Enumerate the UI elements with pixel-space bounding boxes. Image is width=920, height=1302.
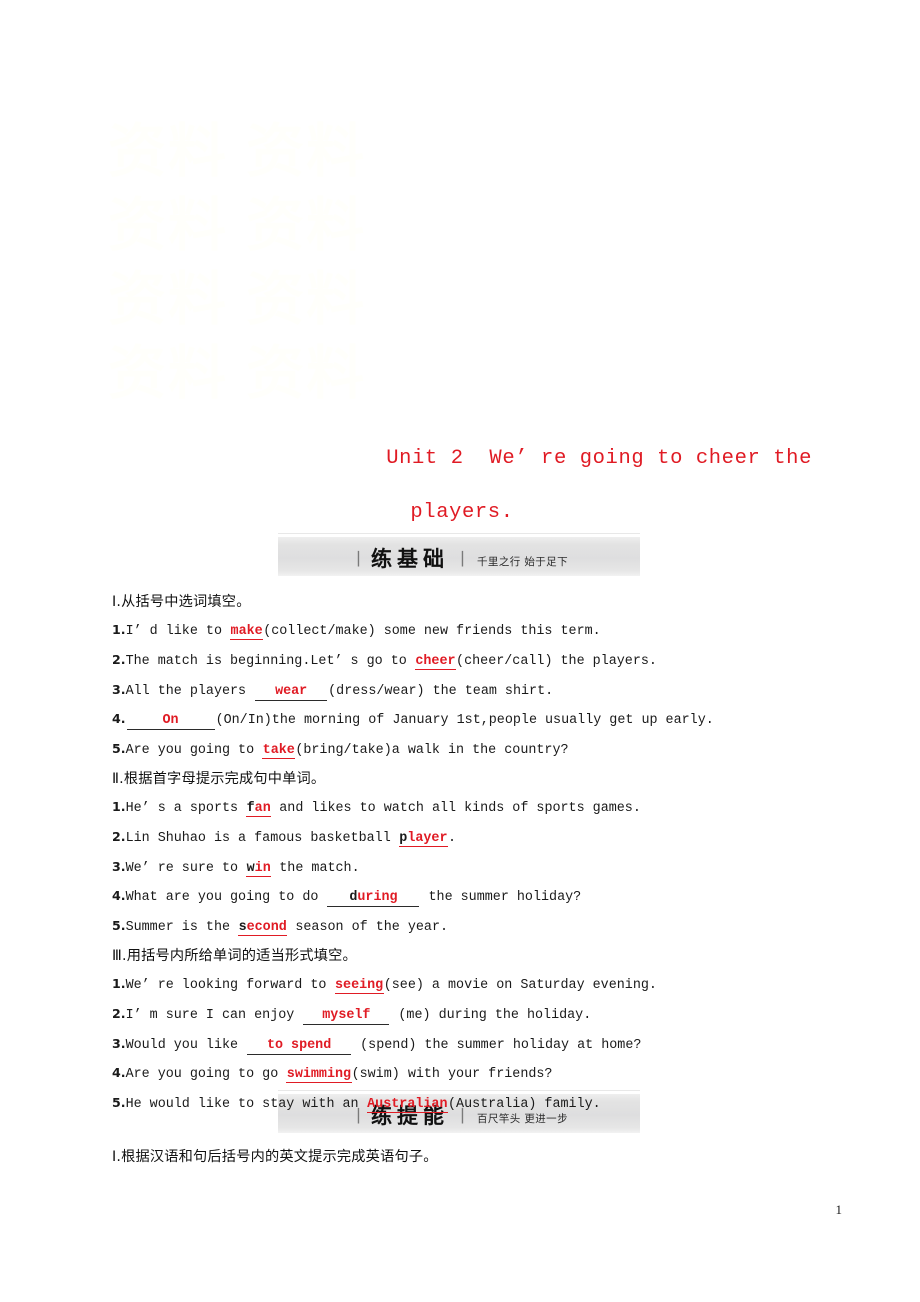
exercise-text: Are you going to go xyxy=(125,1067,287,1083)
exercise-item-number: 5. xyxy=(112,918,126,934)
exercise-item: 2.Lin Shuhao is a famous basketball play… xyxy=(112,823,812,853)
page-title-line-2: players. xyxy=(410,501,514,524)
exercise-text: (Australia) family. xyxy=(448,1097,601,1113)
answer-inline: Australian xyxy=(366,1097,448,1114)
exercise-text: and likes to watch all kinds of sports g… xyxy=(271,800,641,816)
exercise-item-number: 2. xyxy=(112,1005,126,1021)
exercise-text: The match is beginning.Let’ s go to xyxy=(125,653,415,669)
exercise-item: 3.All the players wear (dress/wear) the t… xyxy=(112,676,812,706)
exercise-text: (On/In)the morning of January 1st,people… xyxy=(215,713,714,729)
exercise-item: 5.Are you going to take(bring/take)a wal… xyxy=(112,735,812,765)
exercise-text: We’ re looking forward to xyxy=(125,977,335,993)
answer-blank: to spend xyxy=(247,1037,352,1055)
answer-inline: take xyxy=(262,743,296,760)
exercise-item-number: 3. xyxy=(112,1035,126,1051)
exercise-text: Are you going to xyxy=(125,743,263,759)
answer-inline: player xyxy=(398,830,449,847)
exercise-item-number: 1. xyxy=(112,798,126,814)
exercise-text: (bring/take)a walk in the country? xyxy=(295,743,569,759)
exercise-item-number: 3. xyxy=(112,858,126,874)
answer-given-letter: s xyxy=(238,920,247,936)
exercise-body: Ⅰ.从括号中选词填空。 1.I’ d like to make(collect/m… xyxy=(112,588,812,1119)
exercise-item-number: 1. xyxy=(112,622,126,637)
answer-inline: seeing xyxy=(334,977,384,994)
exercise-item-number: 4. xyxy=(112,1065,126,1081)
exercise-text: (dress/wear) the team shirt. xyxy=(328,683,554,699)
exercise-item: 5.Summer is the second season of the yea… xyxy=(112,912,812,942)
exercise-item-number: 2. xyxy=(112,828,126,844)
exercise-item: 4.What are you going to do during the su… xyxy=(112,882,812,912)
section-heading: Ⅲ.用括号内所给单词的适当形式填空。 xyxy=(112,947,357,964)
exercise-item: 4. On (On/In)the morning of January 1st,pe… xyxy=(112,705,812,735)
exercise-text: . xyxy=(448,830,457,846)
exercise-text: season of the year. xyxy=(287,920,449,936)
answer-inline: second xyxy=(238,920,288,937)
section-heading: Ⅰ.根据汉语和句后括号内的英文提示完成英语句子。 xyxy=(112,1149,438,1165)
answer-inline: win xyxy=(246,860,272,877)
answer-blank: wear xyxy=(255,683,328,701)
answer-given-letter: f xyxy=(246,800,255,816)
answer-inline: make xyxy=(230,624,264,640)
exercise-text: All the players xyxy=(125,683,255,699)
banner-subtitle: 千里之行 始于足下 xyxy=(477,555,568,568)
exercise-item: 3.Would you like to spend (spend) the su… xyxy=(112,1030,812,1060)
exercise-text: (me) during the holiday. xyxy=(390,1007,592,1023)
tail-section: Ⅰ.根据汉语和句后括号内的英文提示完成英语句子。 xyxy=(112,1143,812,1171)
answer-given-letter: p xyxy=(399,830,408,846)
exercise-text: I’ m sure I can enjoy xyxy=(125,1007,303,1023)
answer-inline: fan xyxy=(246,800,272,817)
exercise-text: Would you like xyxy=(125,1037,247,1053)
section-heading: Ⅱ.根据首字母提示完成句中单词。 xyxy=(112,770,326,787)
exercise-item: 3.We’ re sure to win the match. xyxy=(112,853,812,883)
document-page: 资料 资料 资料 资料 资料 资料 资料 资料 Unit 2 We’ re go… xyxy=(0,0,920,1302)
exercise-text: (cheer/call) the players. xyxy=(456,653,657,669)
background-watermark: 资料 资料 资料 资料 资料 资料 资料 资料 xyxy=(108,119,367,406)
exercise-item: 5.He would like to stay with an Australi… xyxy=(112,1089,812,1119)
exercise-text: (swim) with your friends? xyxy=(351,1067,553,1083)
exercise-text: Lin Shuhao is a famous basketball xyxy=(125,830,399,846)
exercise-item: 1.We’ re looking forward to seeing(see) … xyxy=(112,970,812,1000)
exercise-item-number: 1. xyxy=(112,975,126,991)
exercise-text: (see) a movie on Saturday evening. xyxy=(383,977,657,993)
exercise-text: He would like to stay with an xyxy=(125,1097,367,1113)
answer-inline: swimming xyxy=(286,1067,352,1084)
exercise-item-number: 4. xyxy=(112,711,126,727)
banner-left-bar-icon: 丨 xyxy=(350,549,368,569)
page-number: 1 xyxy=(835,1202,843,1217)
exercise-item-number: 4. xyxy=(112,888,126,904)
page-title-line-1: Unit 2 We’ re going to cheer the xyxy=(386,447,812,470)
answer-blank: myself xyxy=(303,1007,390,1025)
exercise-item: 1.I’ d like to make(collect/make) some n… xyxy=(112,616,812,646)
exercise-text: (collect/make) some new friends this ter… xyxy=(263,624,601,639)
exercise-text: Summer is the xyxy=(125,920,239,936)
exercise-text: He’ s a sports xyxy=(125,800,247,816)
banner-top-rule xyxy=(278,533,640,534)
exercise-text: I’ d like to xyxy=(125,624,231,639)
answer-blank: On xyxy=(126,712,215,731)
exercise-item: 1.He’ s a sports fan and likes to watch … xyxy=(112,793,812,823)
banner-divider-icon: 丨 xyxy=(454,549,472,569)
exercise-item-number: 3. xyxy=(112,681,126,697)
answer-given-letter: w xyxy=(246,860,255,876)
page-title: Unit 2 We’ re going to cheer the players. xyxy=(112,432,812,540)
answer-given-letter: d xyxy=(349,890,358,906)
answer-blank: during xyxy=(327,889,420,908)
exercise-text: the summer holiday? xyxy=(420,890,582,906)
exercise-item-number: 5. xyxy=(112,1095,126,1111)
exercise-text: (spend) the summer holiday at home? xyxy=(352,1037,642,1053)
banner-title: 练基础 xyxy=(371,546,450,571)
banner-background: 丨 练基础 丨 千里之行 始于足下 xyxy=(278,537,640,576)
exercise-text: the match. xyxy=(271,860,360,876)
exercise-item: 2.The match is beginning.Let’ s go to ch… xyxy=(112,646,812,676)
exercise-text: We’ re sure to xyxy=(125,860,247,876)
answer-inline: cheer xyxy=(414,653,457,670)
section-banner-practice-basics: 丨 练基础 丨 千里之行 始于足下 xyxy=(278,533,640,576)
exercise-item: 2.I’ m sure I can enjoy myself (me) duri… xyxy=(112,1000,812,1030)
exercise-text: What are you going to do xyxy=(125,890,327,906)
exercise-item: 4.Are you going to go swimming(swim) wit… xyxy=(112,1059,812,1089)
section-heading: Ⅰ.从括号中选词填空。 xyxy=(112,594,251,610)
exercise-item-number: 2. xyxy=(112,651,126,667)
exercise-item-number: 5. xyxy=(112,741,126,757)
